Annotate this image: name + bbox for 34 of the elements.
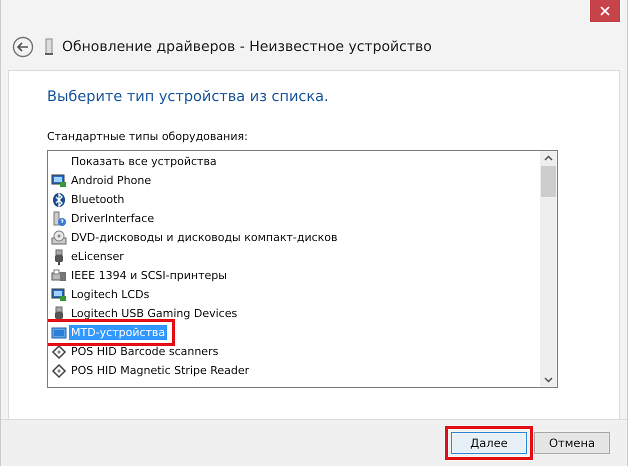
list-item[interactable]: POS HID Magnetic Stripe Reader <box>69 363 252 378</box>
monitor-icon <box>51 286 67 302</box>
diamond-icon <box>51 362 67 378</box>
next-button[interactable]: Далее <box>451 432 527 454</box>
scrollbar[interactable] <box>540 151 557 387</box>
list-item[interactable]: POS HID Barcode scanners <box>69 344 220 359</box>
close-icon <box>600 6 610 16</box>
page-heading: Выберите тип устройства из списка. <box>47 89 330 105</box>
list-item[interactable]: IEEE 1394 и SCSI-принтеры <box>69 268 229 283</box>
list-item[interactable]: Bluetooth <box>69 192 126 207</box>
scroll-down-icon[interactable] <box>544 377 553 383</box>
scroll-up-icon[interactable] <box>544 155 553 161</box>
list-item[interactable]: Logitech USB Gaming Devices <box>69 306 240 321</box>
help-icon <box>51 210 67 226</box>
cancel-button[interactable]: Отмена <box>534 432 610 454</box>
device-type-list[interactable] <box>47 150 558 388</box>
list-item[interactable]: Показать все устройства <box>69 154 219 169</box>
list-item[interactable]: DVD-дисководы и дисководы компакт-дисков <box>69 230 340 245</box>
disc-drive-icon <box>51 230 67 246</box>
panel-icon <box>51 324 67 340</box>
diamond-icon <box>51 344 67 360</box>
back-icon[interactable] <box>12 36 34 58</box>
device-icon <box>44 38 54 56</box>
scroll-thumb[interactable] <box>541 166 556 197</box>
window-title: Обновление драйверов - Неизвестное устройство <box>62 39 432 55</box>
list-label: Стандартные типы оборудования: <box>47 130 249 143</box>
list-item[interactable]: Android Phone <box>69 173 154 188</box>
printer-icon <box>51 268 67 284</box>
bluetooth-icon <box>51 192 67 208</box>
list-item[interactable]: Logitech LCDs <box>69 287 152 302</box>
list-item[interactable]: eLicenser <box>69 249 126 264</box>
monitor-icon <box>51 172 67 188</box>
close-button[interactable] <box>590 0 620 22</box>
list-item[interactable]: DriverInterface <box>69 211 156 226</box>
